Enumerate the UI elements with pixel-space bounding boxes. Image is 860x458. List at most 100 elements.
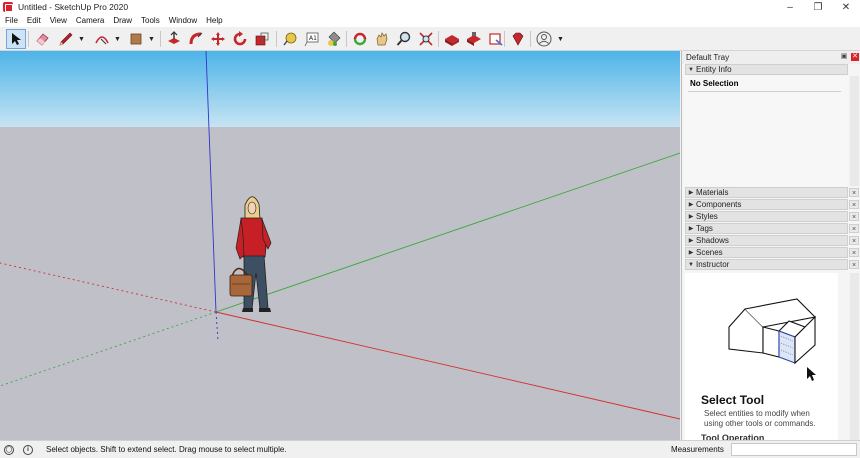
tape-measure-tool-button[interactable] [280, 29, 300, 49]
panel-shadows-label: Shadows [696, 236, 729, 245]
panel-instructor[interactable]: ▼ Instructor × [685, 259, 859, 270]
push-pull-tool-button[interactable] [164, 29, 184, 49]
sendto-layout-icon [489, 33, 503, 46]
model-scene [0, 51, 680, 440]
shapes-tool-button[interactable] [126, 29, 146, 49]
geo-location-icon[interactable]: ◯ [4, 444, 14, 455]
menu-view[interactable]: View [45, 16, 71, 25]
close-button[interactable]: ✕ [832, 0, 860, 14]
menu-bar: File Edit View Camera Draw Tools Window … [0, 14, 860, 27]
instructor-info-icon[interactable]: i [23, 444, 33, 455]
panel-components-label: Components [696, 200, 742, 209]
arc-dropdown-chevron-icon[interactable]: ▼ [114, 36, 121, 43]
send-to-layout-button[interactable] [486, 29, 506, 49]
title-bar: Untitled - SketchUp Pro 2020 – ❐ ✕ [0, 0, 860, 14]
menu-window[interactable]: Window [164, 16, 201, 25]
ground [0, 127, 680, 440]
instructor-description: Select entities to modify when using oth… [704, 409, 816, 428]
ruby-console-button[interactable] [508, 29, 528, 49]
panel-styles-close-icon[interactable]: × [849, 212, 859, 221]
rotate-icon [233, 31, 247, 46]
move-icon [211, 32, 225, 46]
panel-scenes-label: Scenes [696, 248, 723, 257]
panel-tags-close-icon[interactable]: × [849, 224, 859, 233]
tray-close-button[interactable]: ✕ [851, 53, 859, 61]
account-icon [536, 31, 552, 47]
paint-bucket-icon [328, 31, 341, 46]
panel-scenes[interactable]: ▶ Scenes × [685, 247, 859, 258]
pan-tool-button[interactable] [372, 29, 392, 49]
zoom-extents-tool-button[interactable] [416, 29, 436, 49]
panel-components[interactable]: ▶ Components × [685, 199, 859, 210]
pencil-line-icon [59, 32, 73, 46]
scale-icon [255, 32, 269, 46]
collapsed-triangle-icon: ▶ [688, 250, 694, 256]
panel-scenes-close-icon[interactable]: × [849, 248, 859, 257]
expanded-triangle-icon: ▼ [688, 66, 694, 73]
paint-bucket-tool-button[interactable] [324, 29, 344, 49]
collapsed-triangle-icon: ▶ [688, 238, 694, 244]
panel-materials-label: Materials [696, 188, 729, 197]
collapsed-triangle-icon: ▶ [688, 202, 694, 208]
expanded-triangle-icon: ▼ [688, 261, 694, 268]
select-tool-button[interactable] [6, 29, 26, 49]
text-icon: A1 [304, 32, 319, 47]
arc-tool-button[interactable] [92, 29, 112, 49]
warehouse-icon [445, 35, 459, 46]
extension-warehouse-button[interactable] [464, 29, 484, 49]
instructor-scrollbar[interactable] [850, 273, 859, 440]
panel-materials[interactable]: ▶ Materials × [685, 187, 859, 198]
menu-tools[interactable]: Tools [136, 16, 164, 25]
text-tool-button[interactable]: A1 [302, 29, 322, 49]
panel-shadows-close-icon[interactable]: × [849, 236, 859, 245]
panel-components-close-icon[interactable]: × [849, 200, 859, 209]
svg-text:A1: A1 [309, 35, 317, 42]
move-tool-button[interactable] [208, 29, 228, 49]
zoom-tool-button[interactable] [394, 29, 414, 49]
orbit-tool-button[interactable] [350, 29, 370, 49]
scale-tool-button[interactable] [252, 29, 272, 49]
pin-icon[interactable]: ▣ [840, 53, 848, 61]
menu-camera[interactable]: Camera [71, 16, 108, 25]
panel-styles[interactable]: ▶ Styles × [685, 211, 859, 222]
panel-tags[interactable]: ▶ Tags × [685, 223, 859, 234]
select-tool-illustration [728, 298, 817, 381]
panel-instructor-close-icon[interactable]: × [849, 260, 859, 269]
menu-draw[interactable]: Draw [108, 16, 136, 25]
menu-file[interactable]: File [0, 16, 22, 25]
panel-entity-info[interactable]: ▼ Entity Info [685, 64, 848, 75]
orbit-icon [353, 32, 367, 46]
account-button[interactable] [534, 29, 554, 49]
eraser-icon [36, 33, 49, 46]
panel-materials-close-icon[interactable]: × [849, 188, 859, 197]
entity-info-scrollbar[interactable] [850, 76, 859, 186]
panel-instructor-label: Instructor [696, 260, 730, 269]
entity-info-content: No Selection [685, 76, 848, 186]
panel-shadows[interactable]: ▶ Shadows × [685, 235, 859, 246]
default-tray: Default Tray ▣ ✕ ▼ Entity Info No Select… [681, 51, 860, 443]
line-tool-button[interactable] [56, 29, 76, 49]
ruby-icon [512, 32, 524, 46]
panel-styles-label: Styles [696, 212, 718, 221]
menu-edit[interactable]: Edit [22, 16, 45, 25]
collapsed-triangle-icon: ▶ [688, 214, 694, 220]
shapes-icon [130, 33, 142, 45]
arc-icon [95, 36, 109, 45]
select-icon [12, 33, 21, 45]
account-dropdown-chevron-icon[interactable]: ▼ [557, 36, 564, 43]
collapsed-triangle-icon: ▶ [688, 226, 694, 232]
restore-button[interactable]: ❐ [804, 0, 832, 14]
follow-me-tool-button[interactable] [186, 29, 206, 49]
line-dropdown-chevron-icon[interactable]: ▼ [78, 36, 85, 43]
rotate-tool-button[interactable] [230, 29, 250, 49]
panel-tags-label: Tags [696, 224, 713, 233]
sketchup-logo-icon [3, 2, 13, 12]
3d-warehouse-button[interactable] [442, 29, 462, 49]
drawing-area-viewport[interactable] [0, 51, 680, 440]
shapes-dropdown-chevron-icon[interactable]: ▼ [148, 36, 155, 43]
follow-me-icon [189, 32, 203, 45]
menu-help[interactable]: Help [201, 16, 226, 25]
minimize-button[interactable]: – [776, 0, 804, 14]
measurements-input[interactable] [731, 443, 857, 456]
eraser-tool-button[interactable] [32, 29, 52, 49]
